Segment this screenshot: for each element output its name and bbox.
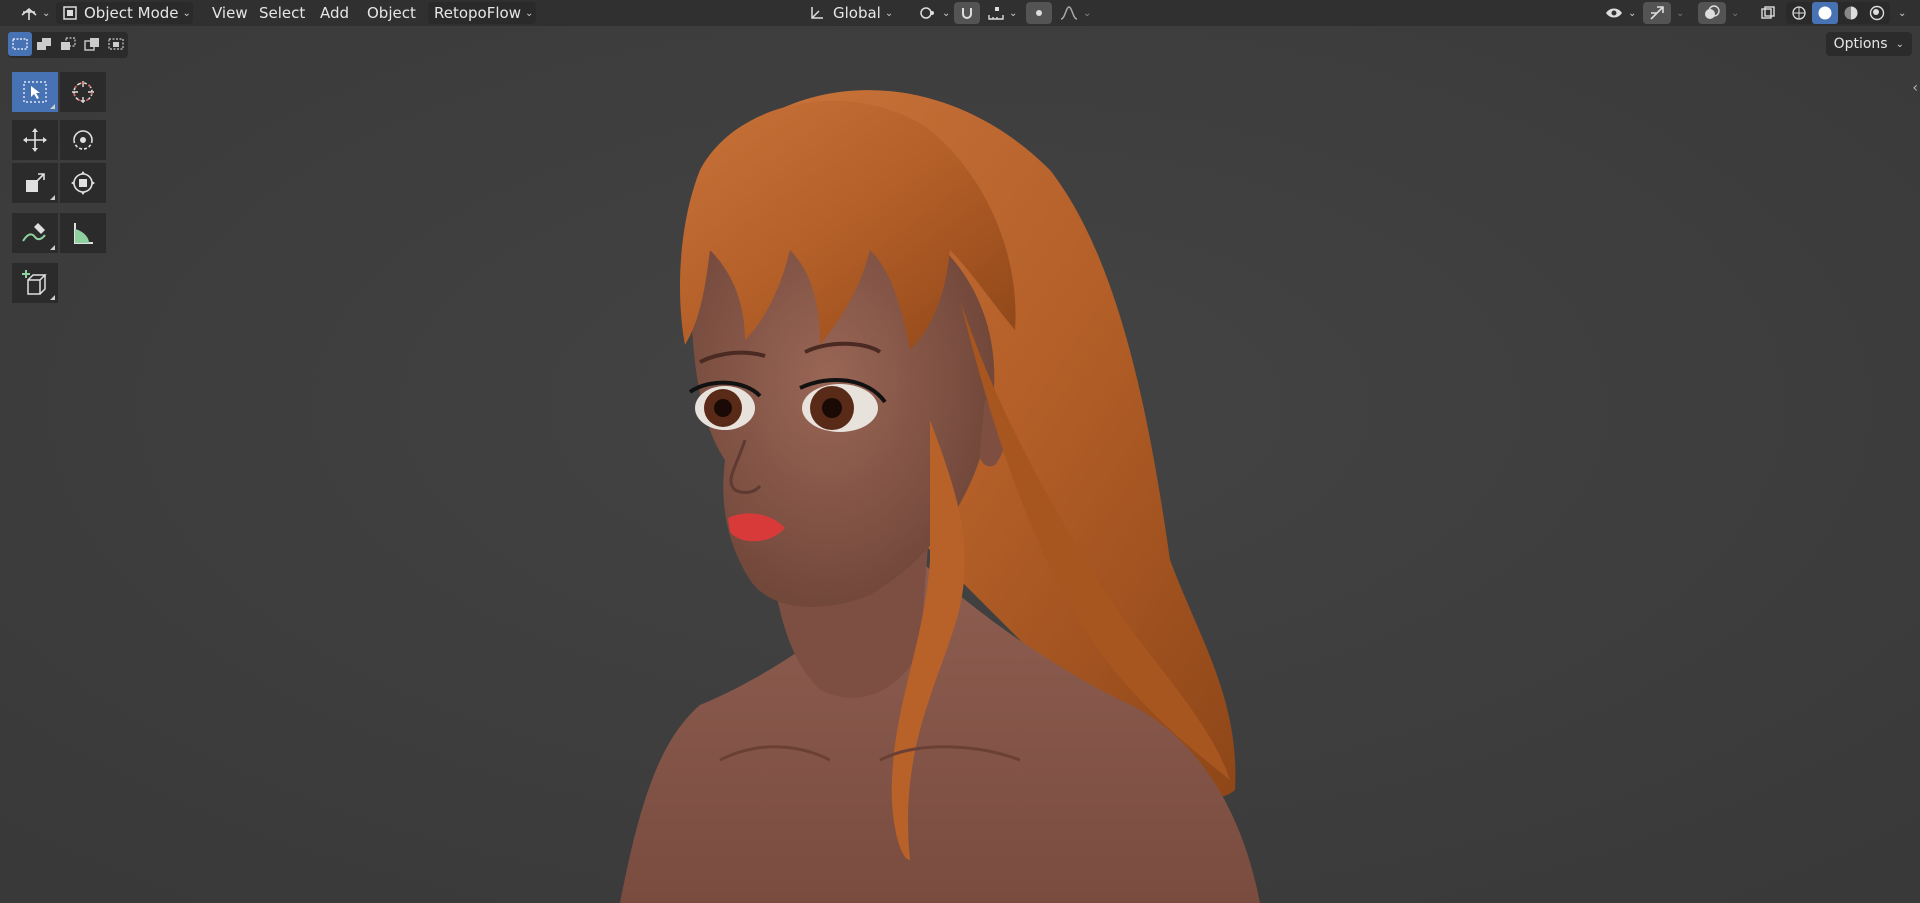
cursor-icon	[69, 78, 97, 106]
select-subtract-icon	[59, 36, 77, 52]
shading-mode-group	[1786, 2, 1890, 24]
overlay-icon	[1703, 4, 1721, 22]
xray-icon	[1760, 5, 1776, 21]
chevron-down-icon: ⌄	[1628, 7, 1637, 19]
mode-dropdown[interactable]: Object Mode ⌄	[56, 2, 193, 24]
selection-mode-group	[8, 32, 128, 58]
viewport-header: ⌄ Object Mode ⌄ View Select Add Object R…	[0, 0, 1920, 26]
transform-orientation-icon	[809, 5, 825, 21]
select-invert-button[interactable]	[80, 32, 104, 56]
snap-target-dropdown[interactable]: ⌄	[981, 2, 1023, 24]
select-extend-icon	[35, 36, 53, 52]
shading-dropdown[interactable]: ⌄	[1894, 2, 1910, 24]
menu-select[interactable]: Select	[253, 2, 311, 24]
chevron-down-icon: ⌄	[1895, 38, 1904, 50]
material-shading-button[interactable]	[1838, 2, 1864, 24]
transform-tool[interactable]	[60, 163, 106, 203]
magnet-icon	[959, 5, 975, 21]
chevron-down-icon: ⌄	[182, 7, 191, 19]
move-tool[interactable]	[12, 120, 58, 160]
menu-view[interactable]: View	[206, 2, 254, 24]
mode-label: Object Mode	[84, 4, 179, 22]
chevron-down-icon: ⌄	[1676, 7, 1685, 19]
measure-icon	[69, 219, 97, 247]
orientation-dropdown[interactable]: Global ⌄	[803, 2, 903, 24]
visibility-icon	[1604, 5, 1624, 21]
menu-add[interactable]: Add	[314, 2, 355, 24]
tool-expand-indicator	[50, 104, 55, 109]
tool-expand-indicator	[50, 295, 55, 300]
chevron-down-icon: ⌄	[942, 7, 951, 19]
material-shading-icon	[1843, 5, 1859, 21]
menu-object[interactable]: Object	[361, 2, 422, 24]
transform-icon	[69, 169, 97, 197]
chevron-down-icon: ⌄	[524, 7, 534, 19]
visibility-dropdown[interactable]: ⌄	[1598, 2, 1642, 24]
proportional-edit-icon	[1031, 5, 1047, 21]
solid-shading-icon	[1817, 5, 1833, 21]
retopoflow-label: RetopoFlow	[434, 4, 521, 22]
annotate-icon	[20, 219, 50, 247]
add-cube-icon	[20, 268, 50, 298]
pivot-point-dropdown[interactable]: ⌄	[912, 2, 956, 24]
wireframe-shading-icon	[1791, 5, 1807, 21]
options-dropdown[interactable]: Options ⌄	[1825, 32, 1912, 56]
chevron-down-icon: ⌄	[1009, 7, 1018, 19]
snap-toggle[interactable]	[954, 2, 980, 24]
measure-tool[interactable]	[60, 213, 106, 253]
scale-tool[interactable]	[12, 163, 58, 203]
rotate-tool[interactable]	[60, 120, 106, 160]
select-extend-button[interactable]	[32, 32, 56, 56]
3d-viewport[interactable]	[0, 0, 1920, 903]
select-invert-icon	[83, 36, 101, 52]
select-box-tool[interactable]	[12, 72, 58, 112]
object-mode-icon	[62, 5, 78, 21]
xray-toggle[interactable]	[1755, 2, 1781, 24]
rotate-icon	[69, 126, 97, 154]
chevron-down-icon: ⌄	[1731, 7, 1740, 19]
chevron-down-icon: ⌄	[884, 7, 894, 19]
solid-shading-button[interactable]	[1812, 2, 1838, 24]
chevron-down-icon: ⌄	[1898, 7, 1907, 19]
overlay-toggle[interactable]	[1698, 2, 1726, 24]
gizmo-dropdown[interactable]: ⌄	[1672, 2, 1688, 24]
select-new-button[interactable]	[8, 32, 32, 56]
chevron-down-icon: ⌄	[42, 7, 51, 19]
retopoflow-menu[interactable]: RetopoFlow ⌄	[428, 2, 536, 24]
orientation-label: Global	[833, 4, 881, 22]
character-render	[0, 0, 1920, 903]
rendered-shading-icon	[1869, 5, 1885, 21]
scale-icon	[21, 169, 49, 197]
pivot-icon	[918, 5, 938, 21]
chevron-down-icon: ⌄	[1083, 7, 1092, 19]
sidebar-toggle-icon[interactable]: ‹	[1912, 80, 1918, 96]
tool-expand-indicator	[50, 245, 55, 250]
tool-expand-indicator	[50, 195, 55, 200]
snap-increment-icon	[987, 5, 1005, 21]
rendered-shading-button[interactable]	[1864, 2, 1890, 24]
select-box-new-icon	[11, 36, 29, 52]
falloff-curve-icon	[1059, 5, 1079, 21]
cursor-tool[interactable]	[60, 72, 106, 112]
overlay-dropdown[interactable]: ⌄	[1727, 2, 1743, 24]
move-icon	[21, 126, 49, 154]
editor-type-icon	[20, 5, 38, 21]
options-label: Options	[1833, 36, 1888, 52]
select-box-icon	[21, 79, 49, 105]
select-subtract-button[interactable]	[56, 32, 80, 56]
add-cube-tool[interactable]	[12, 263, 58, 303]
gizmo-toggle[interactable]	[1643, 2, 1671, 24]
select-intersect-button[interactable]	[104, 32, 128, 56]
annotate-tool[interactable]	[12, 213, 58, 253]
proportional-edit-toggle[interactable]	[1026, 2, 1052, 24]
select-intersect-icon	[107, 36, 125, 52]
wireframe-shading-button[interactable]	[1786, 2, 1812, 24]
falloff-dropdown[interactable]: ⌄	[1053, 2, 1097, 24]
gizmo-icon	[1648, 4, 1666, 22]
editor-type-button[interactable]: ⌄	[14, 2, 56, 24]
